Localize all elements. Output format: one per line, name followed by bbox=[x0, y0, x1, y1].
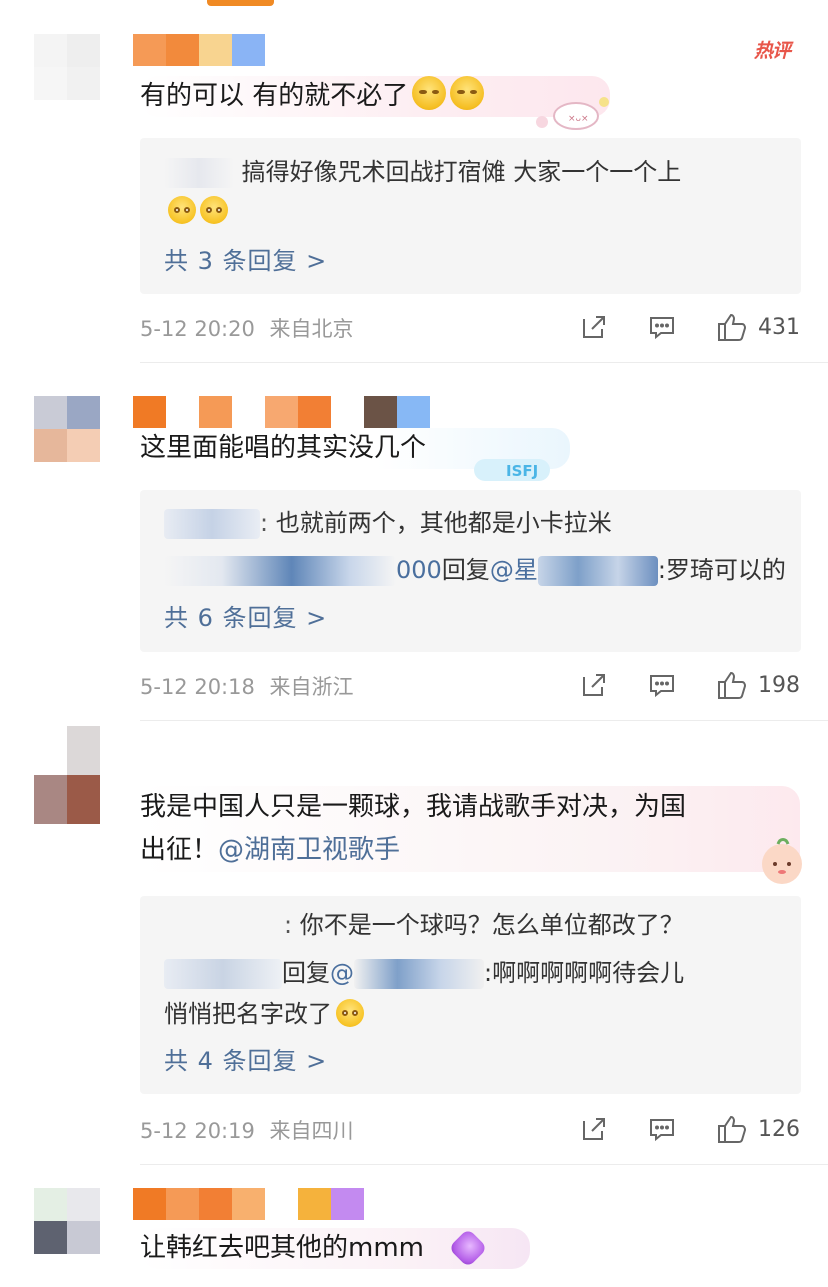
purple-diamond-emoji-icon bbox=[448, 1228, 488, 1268]
location: 来自北京 bbox=[269, 317, 354, 341]
timestamp: 5-12 20:19 bbox=[140, 1119, 255, 1143]
like-count: 431 bbox=[758, 314, 800, 340]
comment-meta: 5-12 20:18 来自浙江 bbox=[140, 672, 354, 702]
dizzy-face-emoji-icon bbox=[168, 196, 196, 224]
thumbs-up-icon bbox=[716, 670, 748, 700]
share-icon[interactable] bbox=[580, 313, 608, 341]
more-replies-link[interactable]: 共 6 条回复 > bbox=[164, 603, 327, 633]
share-icon[interactable] bbox=[580, 671, 608, 699]
comment-icon[interactable] bbox=[648, 671, 676, 699]
reply-username-blurred[interactable] bbox=[164, 959, 282, 989]
cat-sticker-icon: ×ᴗ× bbox=[530, 94, 612, 132]
like-count: 198 bbox=[758, 672, 800, 698]
mention-blurred[interactable] bbox=[537, 556, 658, 586]
svg-text:ISFJ: ISFJ bbox=[506, 462, 538, 480]
avatar[interactable] bbox=[34, 1188, 100, 1254]
username-blurred[interactable] bbox=[133, 396, 430, 428]
location: 来自浙江 bbox=[269, 675, 354, 699]
timestamp: 5-12 20:20 bbox=[140, 317, 255, 341]
like-button[interactable]: 126 bbox=[716, 1114, 800, 1144]
reply-line[interactable]: 悄悄把名字改了 bbox=[164, 997, 364, 1031]
avatar[interactable] bbox=[34, 726, 100, 824]
reply-username-blurred[interactable] bbox=[164, 158, 234, 188]
reply-emoji-row bbox=[164, 194, 228, 228]
thumbs-up-icon bbox=[716, 312, 748, 342]
divider bbox=[140, 720, 828, 721]
reply-username-blurred[interactable] bbox=[164, 556, 396, 586]
comment-meta: 5-12 20:20 来自北京 bbox=[140, 314, 354, 344]
share-icon[interactable] bbox=[580, 1115, 608, 1143]
active-tab-indicator bbox=[207, 0, 274, 6]
username-blurred[interactable] bbox=[133, 1188, 364, 1220]
like-button[interactable]: 198 bbox=[716, 670, 800, 700]
hot-comment-badge: 热评 bbox=[753, 40, 791, 62]
timestamp: 5-12 20:18 bbox=[140, 675, 255, 699]
comment-meta: 5-12 20:19 来自四川 bbox=[140, 1116, 354, 1146]
reply-line[interactable]: : 也就前两个，其他都是小卡拉米 bbox=[164, 506, 612, 540]
dizzy-face-emoji-icon bbox=[200, 196, 228, 224]
comment-actions: 198 bbox=[580, 670, 800, 700]
comment-actions: 431 bbox=[580, 312, 800, 342]
avatar[interactable] bbox=[34, 34, 100, 100]
reply-line[interactable]: 搞得好像咒术回战打宿傩 大家一个一个上 bbox=[164, 155, 681, 189]
more-replies-link[interactable]: 共 4 条回复 > bbox=[164, 1046, 327, 1076]
comment-body: 让韩红去吧其他的mmm bbox=[140, 1228, 530, 1269]
reply-box[interactable]: : 也就前两个，其他都是小卡拉米 000回复@星:罗琦可以的 共 6 条回复 > bbox=[140, 490, 801, 652]
laugh-cry-emoji-icon bbox=[412, 76, 447, 110]
peach-sticker-icon bbox=[750, 836, 806, 888]
reply-line[interactable]: 000回复@星:罗琦可以的 bbox=[164, 553, 786, 587]
thumbs-up-icon bbox=[716, 1114, 748, 1144]
location: 来自四川 bbox=[269, 1119, 354, 1143]
reply-line[interactable]: : 你不是一个球吗？怎么单位都改了？ bbox=[164, 908, 684, 942]
comment-icon[interactable] bbox=[648, 1115, 676, 1143]
laugh-cry-emoji-icon bbox=[450, 76, 485, 110]
like-count: 126 bbox=[758, 1116, 800, 1142]
reply-line[interactable]: 回复@:啊啊啊啊啊待会儿 bbox=[164, 956, 684, 990]
comment-actions: 126 bbox=[580, 1114, 800, 1144]
username-blurred[interactable] bbox=[133, 34, 265, 66]
reply-box[interactable]: 搞得好像咒术回战打宿傩 大家一个一个上 共 3 条回复 > bbox=[140, 138, 801, 294]
svg-text:×ᴗ×: ×ᴗ× bbox=[568, 114, 589, 124]
reply-box[interactable]: : 你不是一个球吗？怎么单位都改了？ 回复@:啊啊啊啊啊待会儿 悄悄把名字改了 … bbox=[140, 896, 801, 1094]
dizzy-face-emoji-icon bbox=[336, 999, 364, 1027]
comment-body: 我是中国人只是一颗球，我请战歌手对决，为国 出征！@湖南卫视歌手 bbox=[140, 786, 800, 872]
divider bbox=[140, 1164, 828, 1165]
like-button[interactable]: 431 bbox=[716, 312, 800, 342]
comment-icon[interactable] bbox=[648, 313, 676, 341]
isfj-sticker-icon: ISFJ bbox=[472, 455, 554, 485]
more-replies-link[interactable]: 共 3 条回复 > bbox=[164, 246, 327, 276]
mention-link[interactable]: @湖南卫视歌手 bbox=[218, 835, 400, 865]
reply-username-blurred[interactable] bbox=[164, 911, 284, 941]
mention-blurred[interactable] bbox=[354, 959, 484, 989]
reply-username-blurred[interactable] bbox=[164, 509, 260, 539]
avatar[interactable] bbox=[34, 396, 100, 462]
divider bbox=[140, 362, 828, 363]
